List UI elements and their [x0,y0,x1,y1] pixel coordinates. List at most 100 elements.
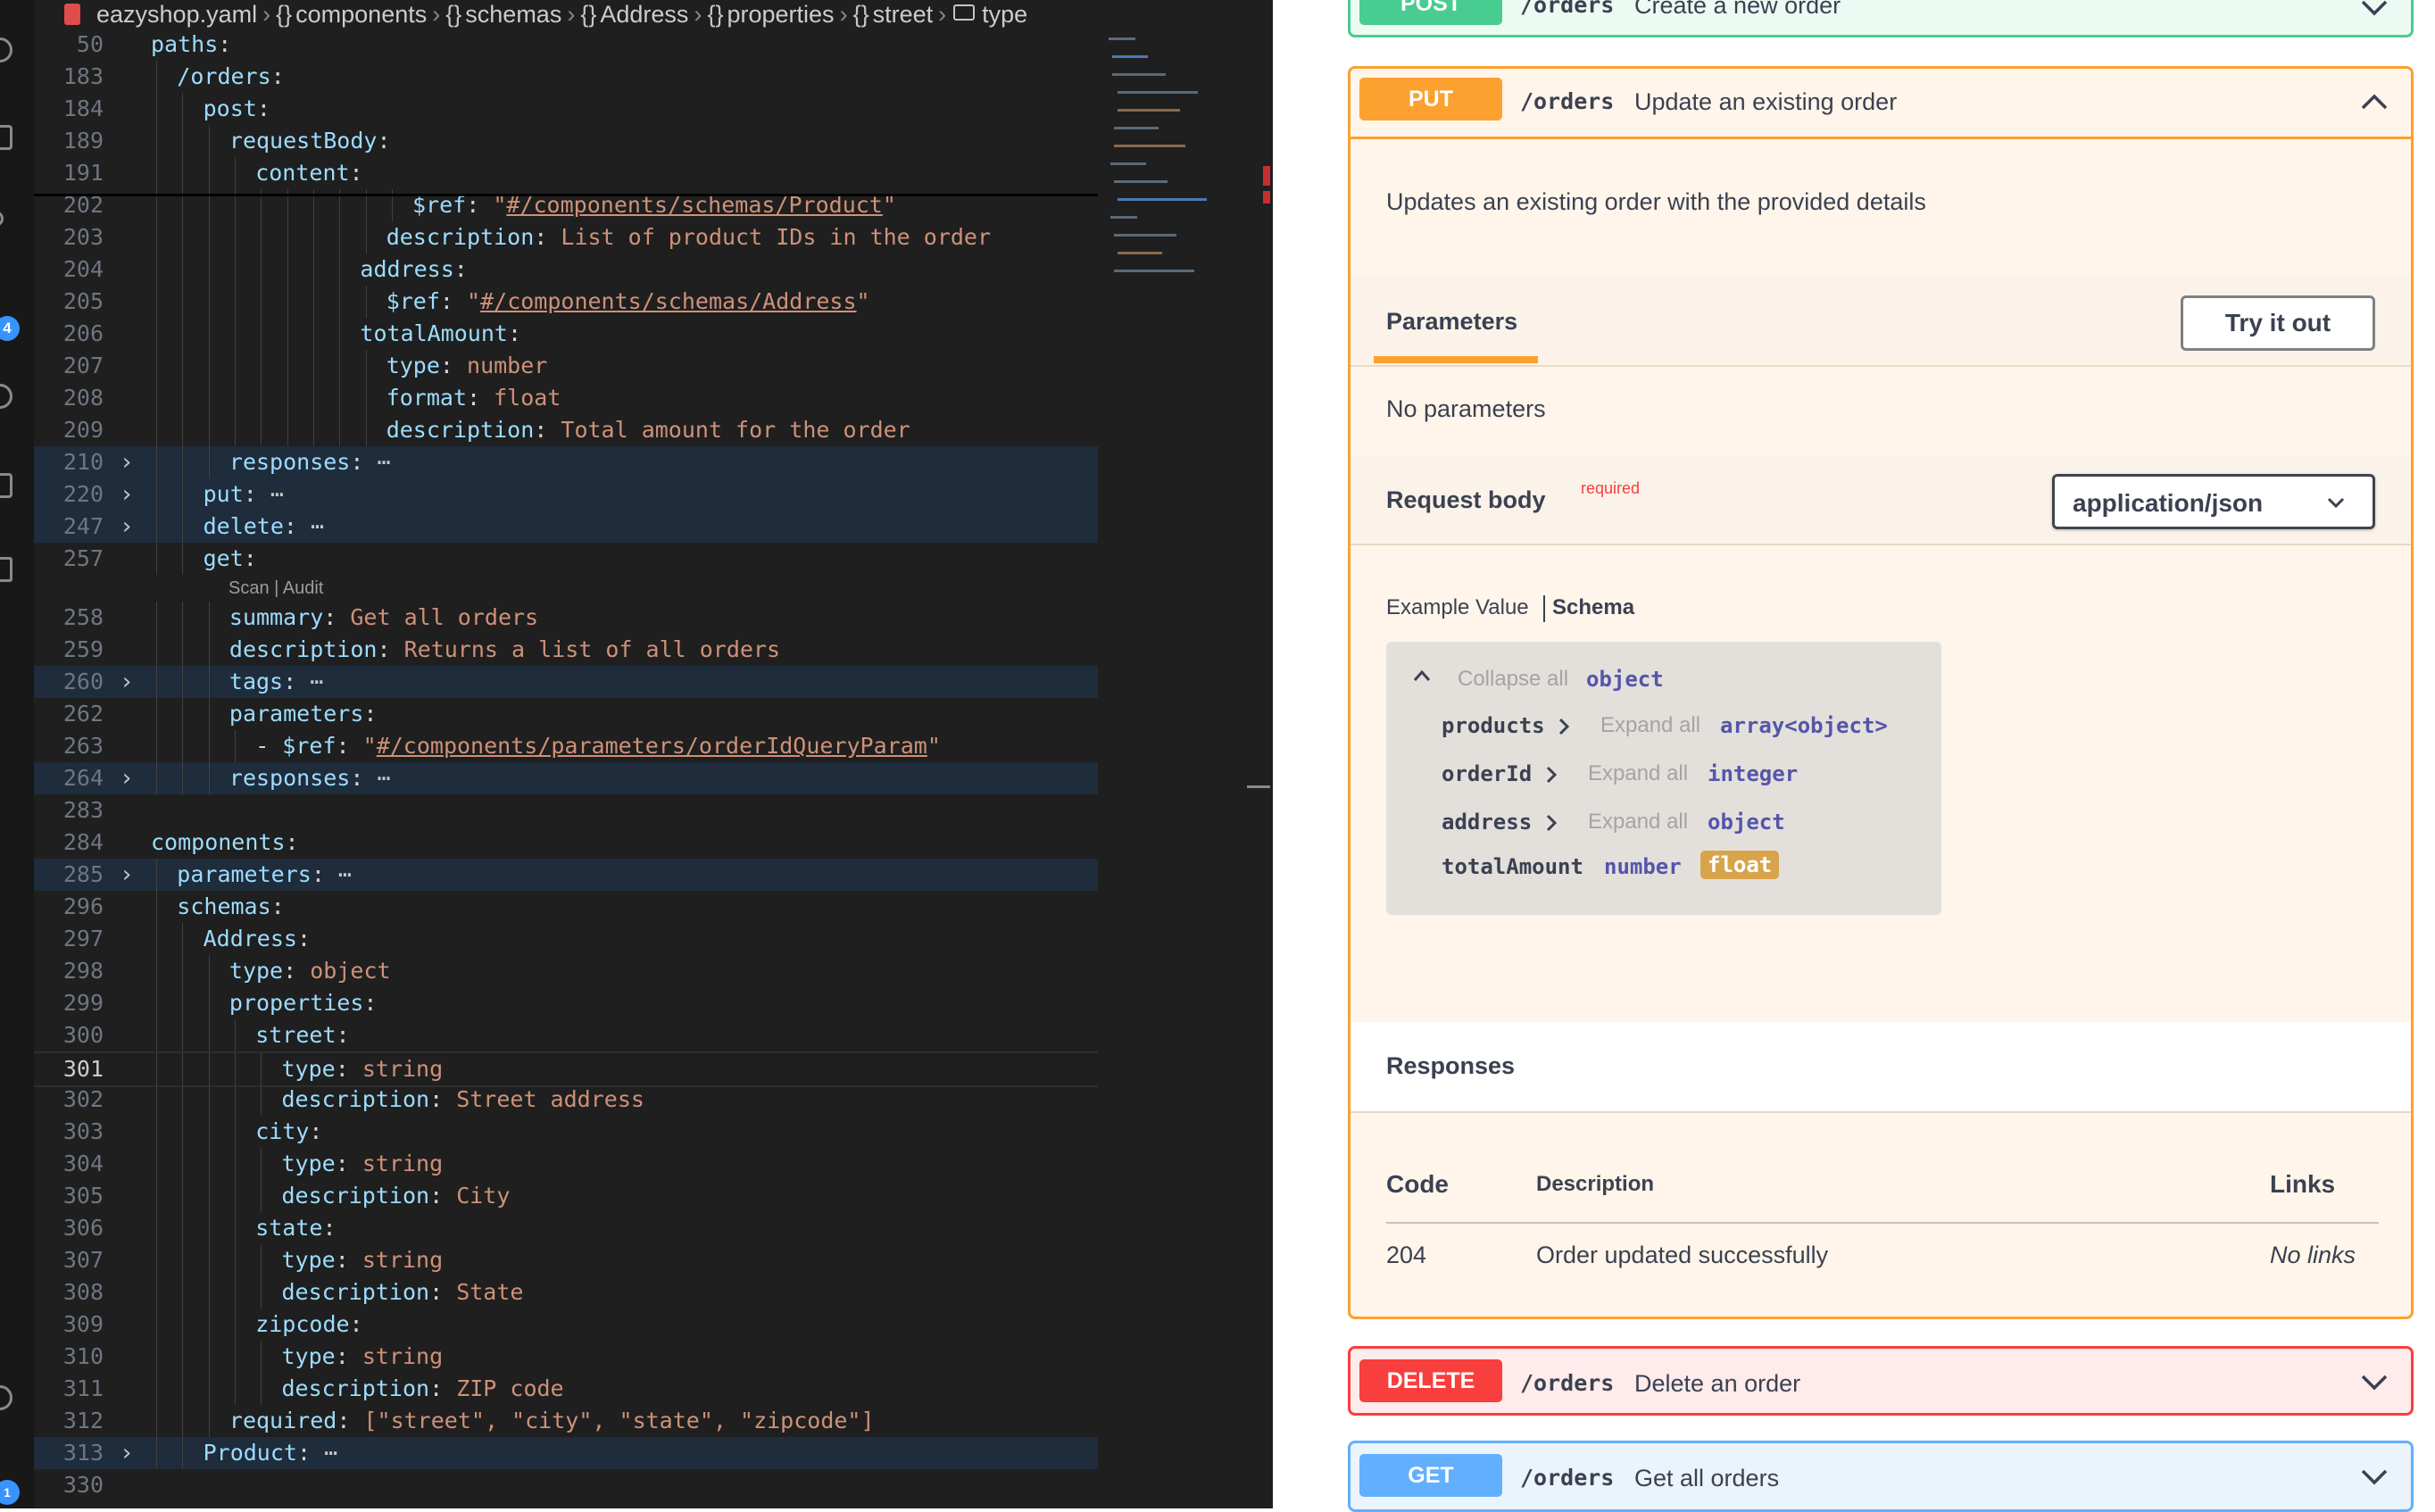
line-number[interactable]: 312 [34,1405,104,1437]
code-line[interactable]: 306 state: [34,1212,1098,1244]
line-number[interactable]: 306 [34,1212,104,1244]
code-line[interactable]: 189 requestBody: [34,125,1098,157]
line-number[interactable]: 184 [34,93,104,125]
code-line[interactable]: 263 - $ref: "#/components/parameters/orde… [34,730,1098,762]
code-line[interactable]: 260 › tags: ⋯ [34,666,1098,698]
line-number[interactable]: 191 [34,157,104,189]
line-number[interactable]: 308 [34,1276,104,1308]
chevron-right-icon[interactable] [1545,813,1558,833]
code-lens[interactable]: Scan | Audit [229,575,323,602]
line-number[interactable]: 260 [34,666,104,698]
code-line[interactable]: 302 description: Street address [34,1084,1098,1116]
line-number[interactable]: 263 [34,730,104,762]
line-number[interactable]: 183 [34,61,104,93]
code-line[interactable]: 206 totalAmount: [34,318,1098,350]
fold-chevron-icon[interactable]: › [120,478,134,511]
code-line[interactable]: 296 schemas: [34,891,1098,923]
code-line[interactable]: 204 address: [34,253,1098,286]
fold-chevron-icon[interactable]: › [120,511,134,543]
line-number[interactable]: 206 [34,318,104,350]
breadcrumb-item[interactable]: eazyshop.yaml [96,1,257,28]
code-line[interactable]: 262 parameters: [34,698,1098,730]
code-line[interactable]: 297 Address: [34,923,1098,955]
breadcrumb-item[interactable]: properties [727,1,834,28]
post-operation[interactable]: POST /orders Create a new order [1348,0,2414,37]
line-number[interactable]: 296 [34,891,104,923]
line-number[interactable]: 283 [34,794,104,827]
code-line[interactable]: 191 content: [34,157,1098,189]
code-line[interactable]: 313 › Product: ⋯ [34,1437,1098,1469]
line-number[interactable]: 205 [34,286,104,318]
fold-chevron-icon[interactable]: › [120,859,134,891]
line-number[interactable]: 330 [34,1469,104,1501]
code-line[interactable]: 283 [34,794,1098,827]
line-number[interactable]: 204 [34,253,104,286]
code-line[interactable]: 183/orders: [34,61,1098,93]
code-line[interactable]: 258 summary: Get all orders [34,602,1098,634]
expand-all-link[interactable]: Expand all [1588,810,1688,835]
line-number[interactable]: 50 [34,29,104,61]
code-line[interactable]: 308 description: State [34,1276,1098,1308]
code-line[interactable]: 210 › responses: ⋯ [34,446,1098,478]
code-line[interactable]: 300 street: [34,1019,1098,1051]
get-operation[interactable]: GET /orders Get all orders [1348,1441,2414,1512]
chevron-down-icon[interactable] [2359,1461,2389,1491]
run-icon[interactable] [0,207,7,230]
collapse-all-link[interactable]: Collapse all [1458,667,1568,692]
expand-all-link[interactable]: Expand all [1600,713,1700,738]
code-line[interactable]: 207 type: number [34,350,1098,382]
line-number[interactable]: 209 [34,414,104,446]
code-area[interactable]: 50 paths: 183/orders: 184 post: 189 requestBod… [34,29,1098,1508]
code-line[interactable]: 285 › parameters: ⋯ [34,859,1098,891]
code-line[interactable]: 311 description: ZIP code [34,1373,1098,1405]
breadcrumb-item[interactable]: type [982,1,1027,28]
line-number[interactable]: 247 [34,511,104,543]
code-line[interactable]: 299 properties: [34,987,1098,1019]
code-line[interactable]: 301 type: string [34,1051,1098,1087]
line-number[interactable]: 313 [34,1437,104,1469]
breadcrumb-item[interactable]: Address [600,1,688,28]
line-number[interactable]: 302 [34,1084,104,1116]
chevron-up-icon[interactable] [2359,87,2389,117]
code-line[interactable]: 330 [34,1469,1098,1501]
tab-schema[interactable]: Schema [1552,595,1634,620]
tab-example-value[interactable]: Example Value [1386,595,1529,620]
account-icon[interactable] [0,1385,12,1410]
line-number[interactable]: 208 [34,382,104,414]
line-number[interactable]: 311 [34,1373,104,1405]
api-icon[interactable] [0,557,12,582]
minimap[interactable] [1105,29,1239,296]
try-it-out-button[interactable]: Try it out [2181,295,2375,351]
line-number[interactable]: 297 [34,923,104,955]
code-line[interactable]: 307 type: string [34,1244,1098,1276]
breadcrumb-item[interactable]: components [295,1,427,28]
line-number[interactable]: 310 [34,1341,104,1373]
code-line[interactable]: 203 description: List of product IDs in t… [34,221,1098,253]
fold-chevron-icon[interactable]: › [120,762,134,794]
line-number[interactable]: 203 [34,221,104,253]
code-line[interactable]: 209 description: Total amount for the ord… [34,414,1098,446]
chevron-down-icon[interactable] [2359,0,2389,22]
code-line[interactable]: 50 paths: [34,29,1098,61]
history-icon[interactable] [0,37,12,62]
line-number[interactable]: 299 [34,987,104,1019]
code-line[interactable]: 184 post: [34,93,1098,125]
chevron-right-icon[interactable] [1558,717,1570,736]
code-line[interactable]: 284 components: [34,827,1098,859]
line-number[interactable]: 307 [34,1244,104,1276]
fold-chevron-icon[interactable]: › [120,446,134,478]
line-number[interactable]: 189 [34,125,104,157]
code-line[interactable]: 264 › responses: ⋯ [34,762,1098,794]
line-number[interactable]: 285 [34,859,104,891]
code-line[interactable]: 247 › delete: ⋯ [34,511,1098,543]
breadcrumb-item[interactable]: street [873,1,934,28]
code-line[interactable]: 220 › put: ⋯ [34,478,1098,511]
line-number[interactable]: 220 [34,478,104,511]
line-number[interactable]: 303 [34,1116,104,1148]
chevron-right-icon[interactable] [1545,765,1558,785]
search-icon[interactable] [0,125,12,150]
editor-scrollbar[interactable] [1245,0,1273,1508]
chevron-up-icon[interactable] [1413,669,1431,683]
put-header[interactable]: PUT /orders Update an existing order [1350,69,2411,139]
code-line[interactable]: 205 $ref: "#/components/schemas/Address" [34,286,1098,318]
